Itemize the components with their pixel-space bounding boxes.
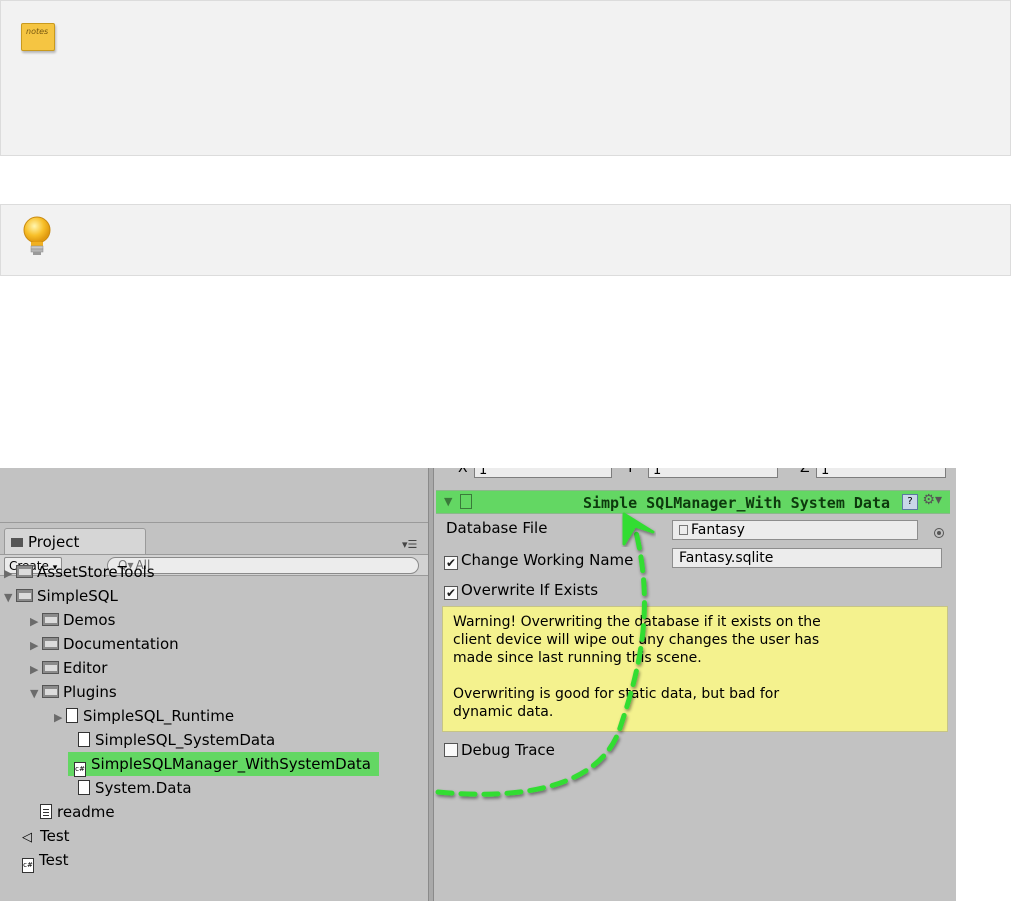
expanded-arrow-icon[interactable]: ▼ xyxy=(30,682,42,706)
tree-item-label: System.Data xyxy=(95,779,192,797)
tree-item-label: Plugins xyxy=(63,683,117,701)
tree-item[interactable]: ▶ Demos xyxy=(30,608,115,632)
warning-text-2: Overwriting is good for static data, but… xyxy=(453,686,780,720)
overwrite-label: Overwrite If Exists xyxy=(461,581,599,599)
debug-trace-row: Debug Trace xyxy=(444,740,555,760)
folder-icon xyxy=(42,661,59,674)
foldout-arrow-icon[interactable]: ▼ xyxy=(444,495,452,508)
tree-item[interactable]: ▼ Plugins xyxy=(30,680,117,704)
tab-project-label: Project xyxy=(28,533,80,551)
expanded-arrow-icon[interactable]: ▼ xyxy=(4,586,16,610)
scale-y-label: Y xyxy=(626,468,635,476)
tree-item-label: Editor xyxy=(63,659,108,677)
tree-item-label: AssetStoreTools xyxy=(37,563,155,581)
collapsed-arrow-icon[interactable]: ▶ xyxy=(30,634,42,658)
gear-icon[interactable]: ⚙▾ xyxy=(922,492,942,508)
panel-menu-icon[interactable]: ▾☰ xyxy=(402,538,417,551)
working-name-field[interactable]: Fantasy.sqlite xyxy=(672,548,942,568)
tree-item-label: SimpleSQL_Runtime xyxy=(83,707,235,725)
left-upper-panel xyxy=(0,468,428,523)
collapsed-arrow-icon[interactable]: ▶ xyxy=(30,658,42,682)
tree-item-label: SimpleSQLManager_WithSystemData xyxy=(91,755,371,773)
folder-icon xyxy=(42,637,59,650)
tree-item[interactable]: ▶ AssetStoreTools xyxy=(4,560,155,584)
tree-item-label: SimpleSQL_SystemData xyxy=(95,731,276,749)
collapsed-arrow-icon[interactable]: ▶ xyxy=(4,562,16,586)
database-file-field[interactable]: Fantasy xyxy=(672,520,918,540)
scale-x-label: X xyxy=(458,468,468,476)
file-icon xyxy=(66,708,78,723)
scale-x-field[interactable]: 1 xyxy=(474,468,612,478)
tree-item[interactable]: readme xyxy=(40,800,115,824)
database-file-label: Database File xyxy=(446,519,548,537)
tree-item-label: readme xyxy=(57,803,115,821)
tree-item[interactable]: ▼ SimpleSQL xyxy=(4,584,118,608)
project-panel: Project ▾☰ Create ▾ Q▾All ▶AssetStoreToo… xyxy=(0,524,428,901)
csharp-script-icon: c# xyxy=(74,762,86,777)
folder-icon xyxy=(16,589,33,602)
tree-item-label: Test xyxy=(40,827,70,845)
tree-item[interactable]: SimpleSQL_SystemData xyxy=(78,728,275,752)
tree-item-label: Test xyxy=(39,851,69,869)
tree-item[interactable]: ▶ Documentation xyxy=(30,632,179,656)
overwrite-checkbox[interactable]: ✔ xyxy=(444,586,458,600)
object-picker-icon[interactable] xyxy=(934,528,944,538)
tip-callout xyxy=(0,204,1011,276)
debug-trace-label: Debug Trace xyxy=(461,741,555,759)
inspector-panel: X 1 Y 1 Z 1 ▼ Simple SQLManager_With Sys… xyxy=(434,468,956,901)
script-page-icon xyxy=(460,494,472,509)
scale-z-label: Z xyxy=(800,468,810,476)
folder-icon xyxy=(11,538,23,547)
warning-text-1: Warning! Overwriting the database if it … xyxy=(453,614,821,666)
change-working-name-checkbox[interactable]: ✔ xyxy=(444,556,458,570)
scale-z-field[interactable]: 1 xyxy=(816,468,946,478)
tab-project[interactable]: Project xyxy=(4,528,146,554)
unity-editor-screenshot: Project ▾☰ Create ▾ Q▾All ▶AssetStoreToo… xyxy=(0,468,956,901)
component-header[interactable]: ▼ Simple SQLManager_With System Data ? ⚙… xyxy=(436,490,950,514)
file-icon xyxy=(78,732,90,747)
collapsed-arrow-icon[interactable]: ▶ xyxy=(54,706,66,730)
folder-icon xyxy=(42,685,59,698)
tree-item-label: SimpleSQL xyxy=(37,587,118,605)
lightbulb-icon xyxy=(23,216,51,255)
tree-item[interactable]: ◁ Test xyxy=(22,824,70,848)
help-icon[interactable]: ? xyxy=(902,494,918,510)
tree-item-label: Documentation xyxy=(63,635,179,653)
text-document-icon xyxy=(40,804,52,819)
change-working-name-row: ✔ Change Working Name xyxy=(444,550,633,570)
debug-trace-checkbox[interactable] xyxy=(444,743,458,757)
folder-icon xyxy=(16,565,33,578)
collapsed-arrow-icon[interactable]: ▶ xyxy=(30,610,42,634)
database-file-value: Fantasy xyxy=(691,522,745,538)
tree-item-label: Demos xyxy=(63,611,116,629)
folder-icon xyxy=(42,613,59,626)
unity-scene-icon: ◁ xyxy=(22,830,32,845)
component-title: Simple SQLManager_With System Data xyxy=(582,494,890,512)
csharp-script-icon: c# xyxy=(22,858,34,873)
notes-icon-label: notes xyxy=(26,27,49,36)
overwrite-warning-box: Warning! Overwriting the database if it … xyxy=(442,606,948,732)
tree-item[interactable]: System.Data xyxy=(78,776,192,800)
scale-y-field[interactable]: 1 xyxy=(648,468,778,478)
tree-item[interactable]: ▶ Editor xyxy=(30,656,107,680)
tree-item[interactable]: c# Test xyxy=(22,848,69,873)
database-object-icon xyxy=(679,525,688,535)
notes-callout: notes xyxy=(0,0,1011,156)
change-working-name-label: Change Working Name xyxy=(461,551,634,569)
file-icon xyxy=(78,780,90,795)
tree-item[interactable]: c# SimpleSQLManager_WithSystemData xyxy=(68,752,379,777)
notes-icon: notes xyxy=(21,23,55,51)
tree-item[interactable]: ▶ SimpleSQL_Runtime xyxy=(54,704,234,728)
overwrite-row: ✔ Overwrite If Exists xyxy=(444,580,598,600)
